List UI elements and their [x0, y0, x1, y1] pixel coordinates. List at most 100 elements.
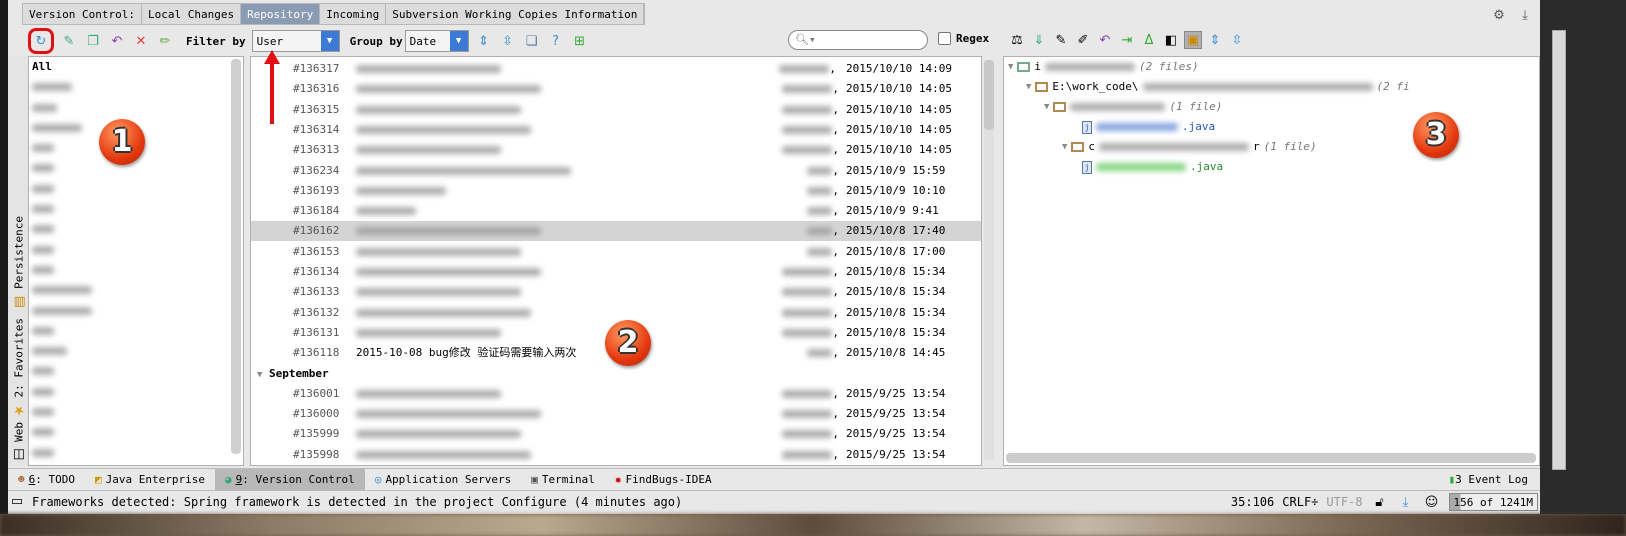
commit-row[interactable]: #136315, 2015/10/10 14:05 [251, 100, 981, 120]
user-item[interactable] [29, 301, 243, 321]
commit-row[interactable]: #136134, 2015/10/8 15:34 [251, 262, 981, 282]
user-item[interactable] [29, 361, 243, 381]
compare-icon[interactable]: ⚖ [1008, 31, 1026, 49]
user-item[interactable] [29, 158, 243, 178]
expand-triangle-icon[interactable]: ▼ [1026, 77, 1031, 97]
user-item[interactable] [29, 382, 243, 402]
collapse-all-icon[interactable]: ⇳ [1228, 31, 1246, 49]
persistence-tool[interactable]: ▤ Persistence [10, 216, 28, 311]
toggle-tool-windows-icon[interactable]: ▭ [8, 493, 26, 511]
vcs-update-icon[interactable]: ⤓ [1397, 493, 1415, 511]
user-item-all[interactable]: All [29, 57, 243, 77]
commit-row[interactable]: #136184, 2015/10/9 9:41 [251, 201, 981, 221]
diff-icon[interactable]: Δ [1140, 31, 1158, 49]
status-message[interactable]: Frameworks detected: Spring framework is… [32, 495, 682, 509]
commit-row[interactable]: #135998, 2015/9/25 13:54 [251, 445, 981, 465]
tool-tab[interactable]: ◕ 9: Version Control [214, 468, 365, 491]
merge-icon[interactable]: ⇥ [1118, 31, 1136, 49]
group-select[interactable]: Date ▼ [404, 30, 469, 52]
annotate-icon[interactable]: ✐ [1074, 31, 1092, 49]
copy-revision-icon[interactable]: ❐ [84, 32, 102, 50]
user-item[interactable] [29, 341, 243, 361]
tree-path[interactable]: ▼ E:\work_code\ (2 fi [1026, 77, 1410, 97]
window-scrollbar[interactable] [1552, 30, 1566, 470]
collapse-triangle-icon[interactable]: ▼ [257, 370, 262, 380]
revert-icon[interactable]: ↶ [1096, 31, 1114, 49]
tool-tab[interactable]: ▣ Terminal [521, 469, 605, 491]
add-icon[interactable]: ⊞ [571, 32, 589, 50]
inspector-icon[interactable]: ☺ [1423, 493, 1441, 511]
commit-row[interactable]: #136193, 2015/10/9 10:10 [251, 181, 981, 201]
favorites-tool[interactable]: ★ 2: Favorites [10, 318, 28, 419]
user-item[interactable] [29, 402, 243, 422]
commit-row[interactable]: #135999, 2015/9/25 13:54 [251, 424, 981, 444]
memory-indicator[interactable]: 156 of 1241M [1448, 493, 1538, 511]
user-item[interactable] [29, 422, 243, 442]
expand-triangle-icon[interactable]: ▼ [1062, 137, 1067, 157]
expand-triangle-icon[interactable]: ▼ [1008, 57, 1013, 77]
user-item[interactable] [29, 77, 243, 97]
tool-tab[interactable]: ✹ FindBugs-IDEA [605, 469, 722, 491]
user-item[interactable] [29, 179, 243, 199]
scroll-thumb[interactable] [984, 60, 994, 130]
tab-repository[interactable]: Repository [241, 4, 321, 24]
gear-icon[interactable]: ⚙ [1490, 6, 1508, 24]
line-separator[interactable]: CRLF÷ [1282, 495, 1318, 509]
user-item[interactable] [29, 463, 243, 465]
user-item[interactable] [29, 260, 243, 280]
user-item[interactable] [29, 443, 243, 463]
encoding[interactable]: UTF-8 [1326, 495, 1362, 509]
tree-file-1[interactable]: j .java [1082, 117, 1215, 137]
commit-row[interactable]: #136162, 2015/10/8 17:40 [251, 221, 981, 242]
filter-select[interactable]: User ▼ [251, 30, 340, 52]
tool-tab[interactable]: ◩ Java Enterprise [85, 469, 215, 491]
expand-triangle-icon[interactable]: ▼ [1044, 97, 1049, 117]
refresh-icon[interactable]: ↻ [32, 32, 50, 50]
commit-row[interactable]: #136234, 2015/10/9 15:59 [251, 161, 981, 181]
revert-icon[interactable]: ↶ [108, 32, 126, 50]
expand-all-icon[interactable]: ⇕ [1206, 31, 1224, 49]
edit-changelist-icon[interactable]: ✎ [60, 32, 78, 50]
commit-row[interactable]: #136000, 2015/9/25 13:54 [251, 404, 981, 424]
expand-all-icon[interactable]: ⇕ [475, 32, 493, 50]
caret-position[interactable]: 35:106 [1231, 495, 1274, 509]
close-icon[interactable]: ✕ [132, 32, 150, 50]
web-tool[interactable]: ◫ Web [10, 422, 28, 464]
commit-list-scrollbar[interactable] [984, 60, 994, 460]
tab-incoming[interactable]: Incoming [320, 4, 387, 24]
search-input[interactable]: 🔍︎▾ [788, 30, 928, 50]
history-icon[interactable]: ◧ [1162, 31, 1180, 49]
tree-dir-2[interactable]: ▼ c r (1 file) [1062, 137, 1317, 157]
tab-svn-working-copies[interactable]: Subversion Working Copies Information [386, 4, 645, 24]
checkbox[interactable] [938, 32, 951, 45]
commit-row[interactable]: #136001, 2015/9/25 13:54 [251, 384, 981, 404]
user-item[interactable] [29, 321, 243, 341]
help-icon[interactable]: ? [547, 32, 565, 50]
commit-row[interactable]: #136317, 2015/10/10 14:09 [251, 59, 981, 79]
copy-icon[interactable]: ❏ [523, 32, 541, 50]
user-item[interactable] [29, 280, 243, 300]
group-by-directory-icon[interactable]: ▣ [1184, 31, 1202, 49]
tree-file-2[interactable]: j .java [1082, 157, 1223, 177]
collapse-all-icon[interactable]: ⇳ [499, 32, 517, 50]
hide-icon[interactable]: ⤓ [1516, 6, 1534, 24]
horizontal-scrollbar[interactable] [1006, 453, 1536, 463]
commit-row[interactable]: #136153, 2015/10/8 17:00 [251, 242, 981, 262]
tool-tab[interactable]: ☻ 6: TODO [8, 469, 85, 491]
commit-row[interactable]: #136313, 2015/10/10 14:05 [251, 140, 981, 160]
regex-checkbox[interactable]: Regex [938, 32, 989, 45]
commit-row[interactable]: #136132, 2015/10/8 15:34 [251, 303, 981, 323]
get-icon[interactable]: ⇓ [1030, 31, 1048, 49]
commit-row[interactable]: #136316, 2015/10/10 14:05 [251, 79, 981, 99]
commit-row[interactable]: #136314, 2015/10/10 14:05 [251, 120, 981, 140]
tool-tab[interactable]: ◎ Application Servers [365, 469, 521, 491]
user-item[interactable] [29, 219, 243, 239]
commit-row[interactable]: #136133, 2015/10/8 15:34 [251, 282, 981, 302]
date-group-header[interactable]: ▼ September [257, 364, 329, 385]
edit-source-icon[interactable]: ✎ [1052, 31, 1070, 49]
lock-icon[interactable]: 🔓︎ [1371, 493, 1389, 511]
tree-root[interactable]: ▼ i (2 files) [1008, 57, 1199, 77]
user-item[interactable] [29, 240, 243, 260]
tab-local-changes[interactable]: Local Changes [142, 4, 242, 24]
pencil-icon[interactable]: ✏ [156, 32, 174, 50]
